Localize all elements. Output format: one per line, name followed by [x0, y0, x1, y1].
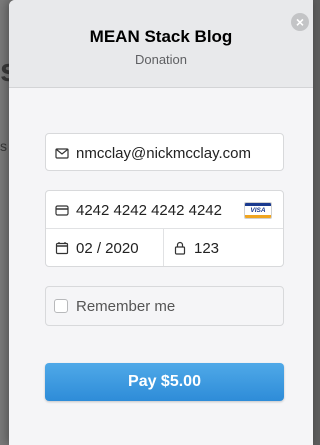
expiry-field[interactable]: 02 / 2020 — [46, 229, 164, 266]
card-number-field[interactable]: 4242 4242 4242 4242 VISA — [46, 191, 283, 229]
cvc-value: 123 — [194, 240, 220, 257]
visa-label: VISA — [250, 207, 266, 214]
expiry-value: 02 / 2020 — [76, 240, 139, 257]
lock-icon — [174, 241, 186, 255]
cvc-field[interactable]: 123 — [164, 229, 283, 266]
calendar-icon — [55, 242, 69, 255]
remember-me-row[interactable]: Remember me — [45, 286, 284, 326]
modal-title: MEAN Stack Blog — [89, 27, 233, 46]
visa-card-icon: VISA — [244, 202, 272, 219]
remember-me-label[interactable]: Remember me — [76, 298, 175, 315]
pay-button[interactable]: Pay $5.00 — [45, 363, 284, 401]
card-number-value: 4242 4242 4242 4242 — [76, 202, 222, 219]
card-details-group: 4242 4242 4242 4242 VISA 02 / 2020 123 — [45, 190, 284, 267]
remember-me-checkbox[interactable] — [54, 299, 68, 313]
close-button[interactable]: × — [291, 13, 309, 31]
checkout-modal: MEAN Stack Blog Donation × nmcclay@nickm… — [9, 0, 313, 445]
modal-header: MEAN Stack Blog Donation × — [9, 0, 313, 88]
email-field[interactable]: nmcclay@nickmcclay.com — [45, 133, 284, 171]
email-value: nmcclay@nickmcclay.com — [76, 145, 251, 162]
modal-subtitle: Donation — [134, 52, 188, 67]
credit-card-icon — [55, 205, 69, 216]
envelope-icon — [55, 148, 69, 159]
